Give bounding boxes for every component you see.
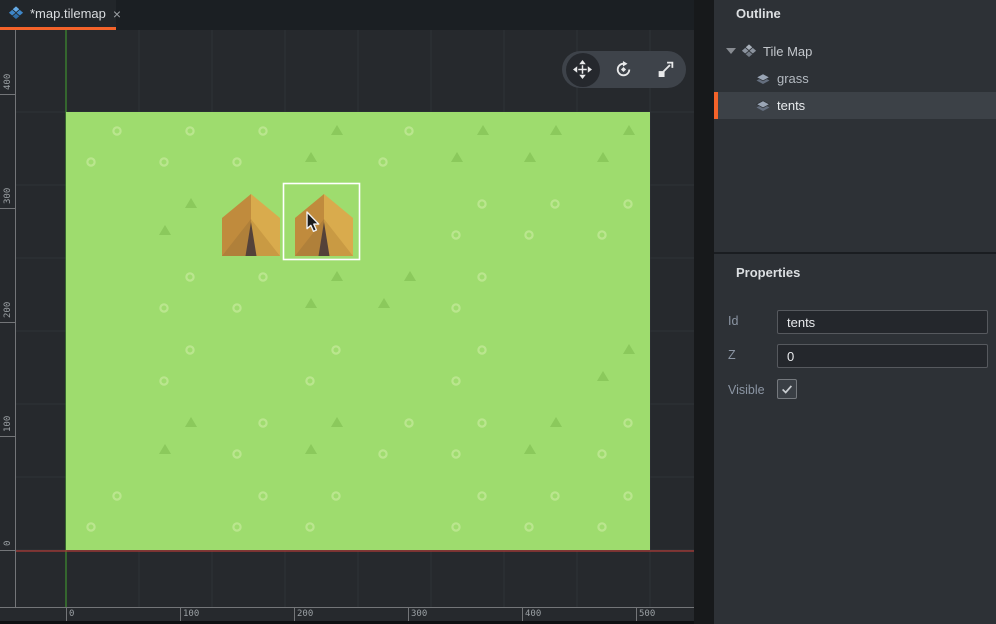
ruler-tick: [180, 608, 181, 621]
outline-item-label: tents: [777, 98, 806, 113]
ruler-tick-label: 100: [3, 415, 13, 432]
outline-item-label: Tile Map: [763, 44, 813, 59]
outline-item-label: grass: [777, 71, 809, 86]
ruler-tick-label: 100: [183, 609, 200, 619]
tab-title: *map.tilemap: [30, 6, 106, 21]
outline-item-tile-map[interactable]: Tile Map: [714, 38, 996, 65]
ruler-tick: [0, 436, 15, 437]
transform-toolbar: [562, 51, 686, 88]
ruler-tick: [636, 608, 637, 621]
right-panel: Outline Tile Map grass tents Properties …: [714, 0, 996, 624]
ruler-tick: [294, 608, 295, 621]
layer-icon: [755, 73, 771, 84]
outline-item-tents[interactable]: tents: [714, 92, 996, 119]
ruler-tick: [0, 94, 15, 95]
tilemap-icon: [741, 44, 757, 57]
property-label: Visible: [728, 383, 765, 397]
scale-tool-icon: [658, 61, 674, 77]
ruler-tick: [522, 608, 523, 621]
tilemap-scene[interactable]: [16, 30, 695, 607]
outline-tree: Tile Map grass tents: [714, 38, 996, 119]
tab-close-icon[interactable]: ×: [113, 7, 121, 21]
horizontal-ruler: 0 100 200 300 400 500: [0, 607, 695, 621]
editor-column: *map.tilemap × 0 100 200 300 400 0 100 200 300 4…: [0, 0, 695, 624]
vertical-ruler: 0 100 200 300 400: [0, 30, 16, 607]
grass-layer: [66, 112, 650, 550]
ruler-tick-label: 200: [3, 301, 13, 318]
property-label: Id: [728, 314, 739, 328]
move-tool-button[interactable]: [565, 52, 600, 87]
scale-tool-button[interactable]: [648, 53, 682, 87]
tilemap-editor-window: *map.tilemap × 0 100 200 300 400 0 100 200 300 4…: [0, 0, 996, 624]
tab-map-tilemap[interactable]: *map.tilemap ×: [0, 0, 121, 27]
ruler-tick-label: 300: [3, 187, 13, 204]
rotate-tool-icon: [617, 60, 631, 77]
ruler-tick: [0, 208, 15, 209]
ruler-tick: [0, 322, 15, 323]
panel-divider: [714, 252, 996, 254]
ruler-tick-label: 300: [411, 609, 428, 619]
selection-accent-bar: [714, 92, 718, 119]
tilemap-icon: [8, 6, 24, 19]
ruler-tick: [0, 550, 15, 551]
chevron-down-icon[interactable]: [726, 48, 736, 54]
ruler-tick-label: 0: [69, 609, 75, 619]
outline-header: Outline: [736, 6, 781, 21]
visible-checkbox[interactable]: [777, 379, 797, 399]
layer-icon: [755, 100, 771, 111]
editor-canvas[interactable]: 0 100 200 300 400: [0, 30, 695, 607]
move-tool-icon: [573, 60, 593, 79]
ruler-tick-label: 400: [525, 609, 542, 619]
outline-item-grass[interactable]: grass: [714, 65, 996, 92]
property-label: Z: [728, 348, 736, 362]
ruler-tick: [408, 608, 409, 621]
ruler-tick-label: 200: [297, 609, 314, 619]
properties-header: Properties: [736, 265, 801, 280]
ruler-tick: [66, 608, 67, 621]
ruler-tick-label: 500: [639, 609, 656, 619]
tab-bar: *map.tilemap ×: [0, 0, 695, 30]
panel-splitter[interactable]: [694, 0, 714, 624]
id-field[interactable]: [777, 310, 988, 334]
rotate-tool-button[interactable]: [607, 53, 641, 87]
z-field[interactable]: [777, 344, 988, 368]
ruler-tick-label: 0: [3, 540, 13, 546]
checkmark-icon: [782, 385, 793, 394]
ruler-tick-label: 400: [3, 73, 13, 90]
